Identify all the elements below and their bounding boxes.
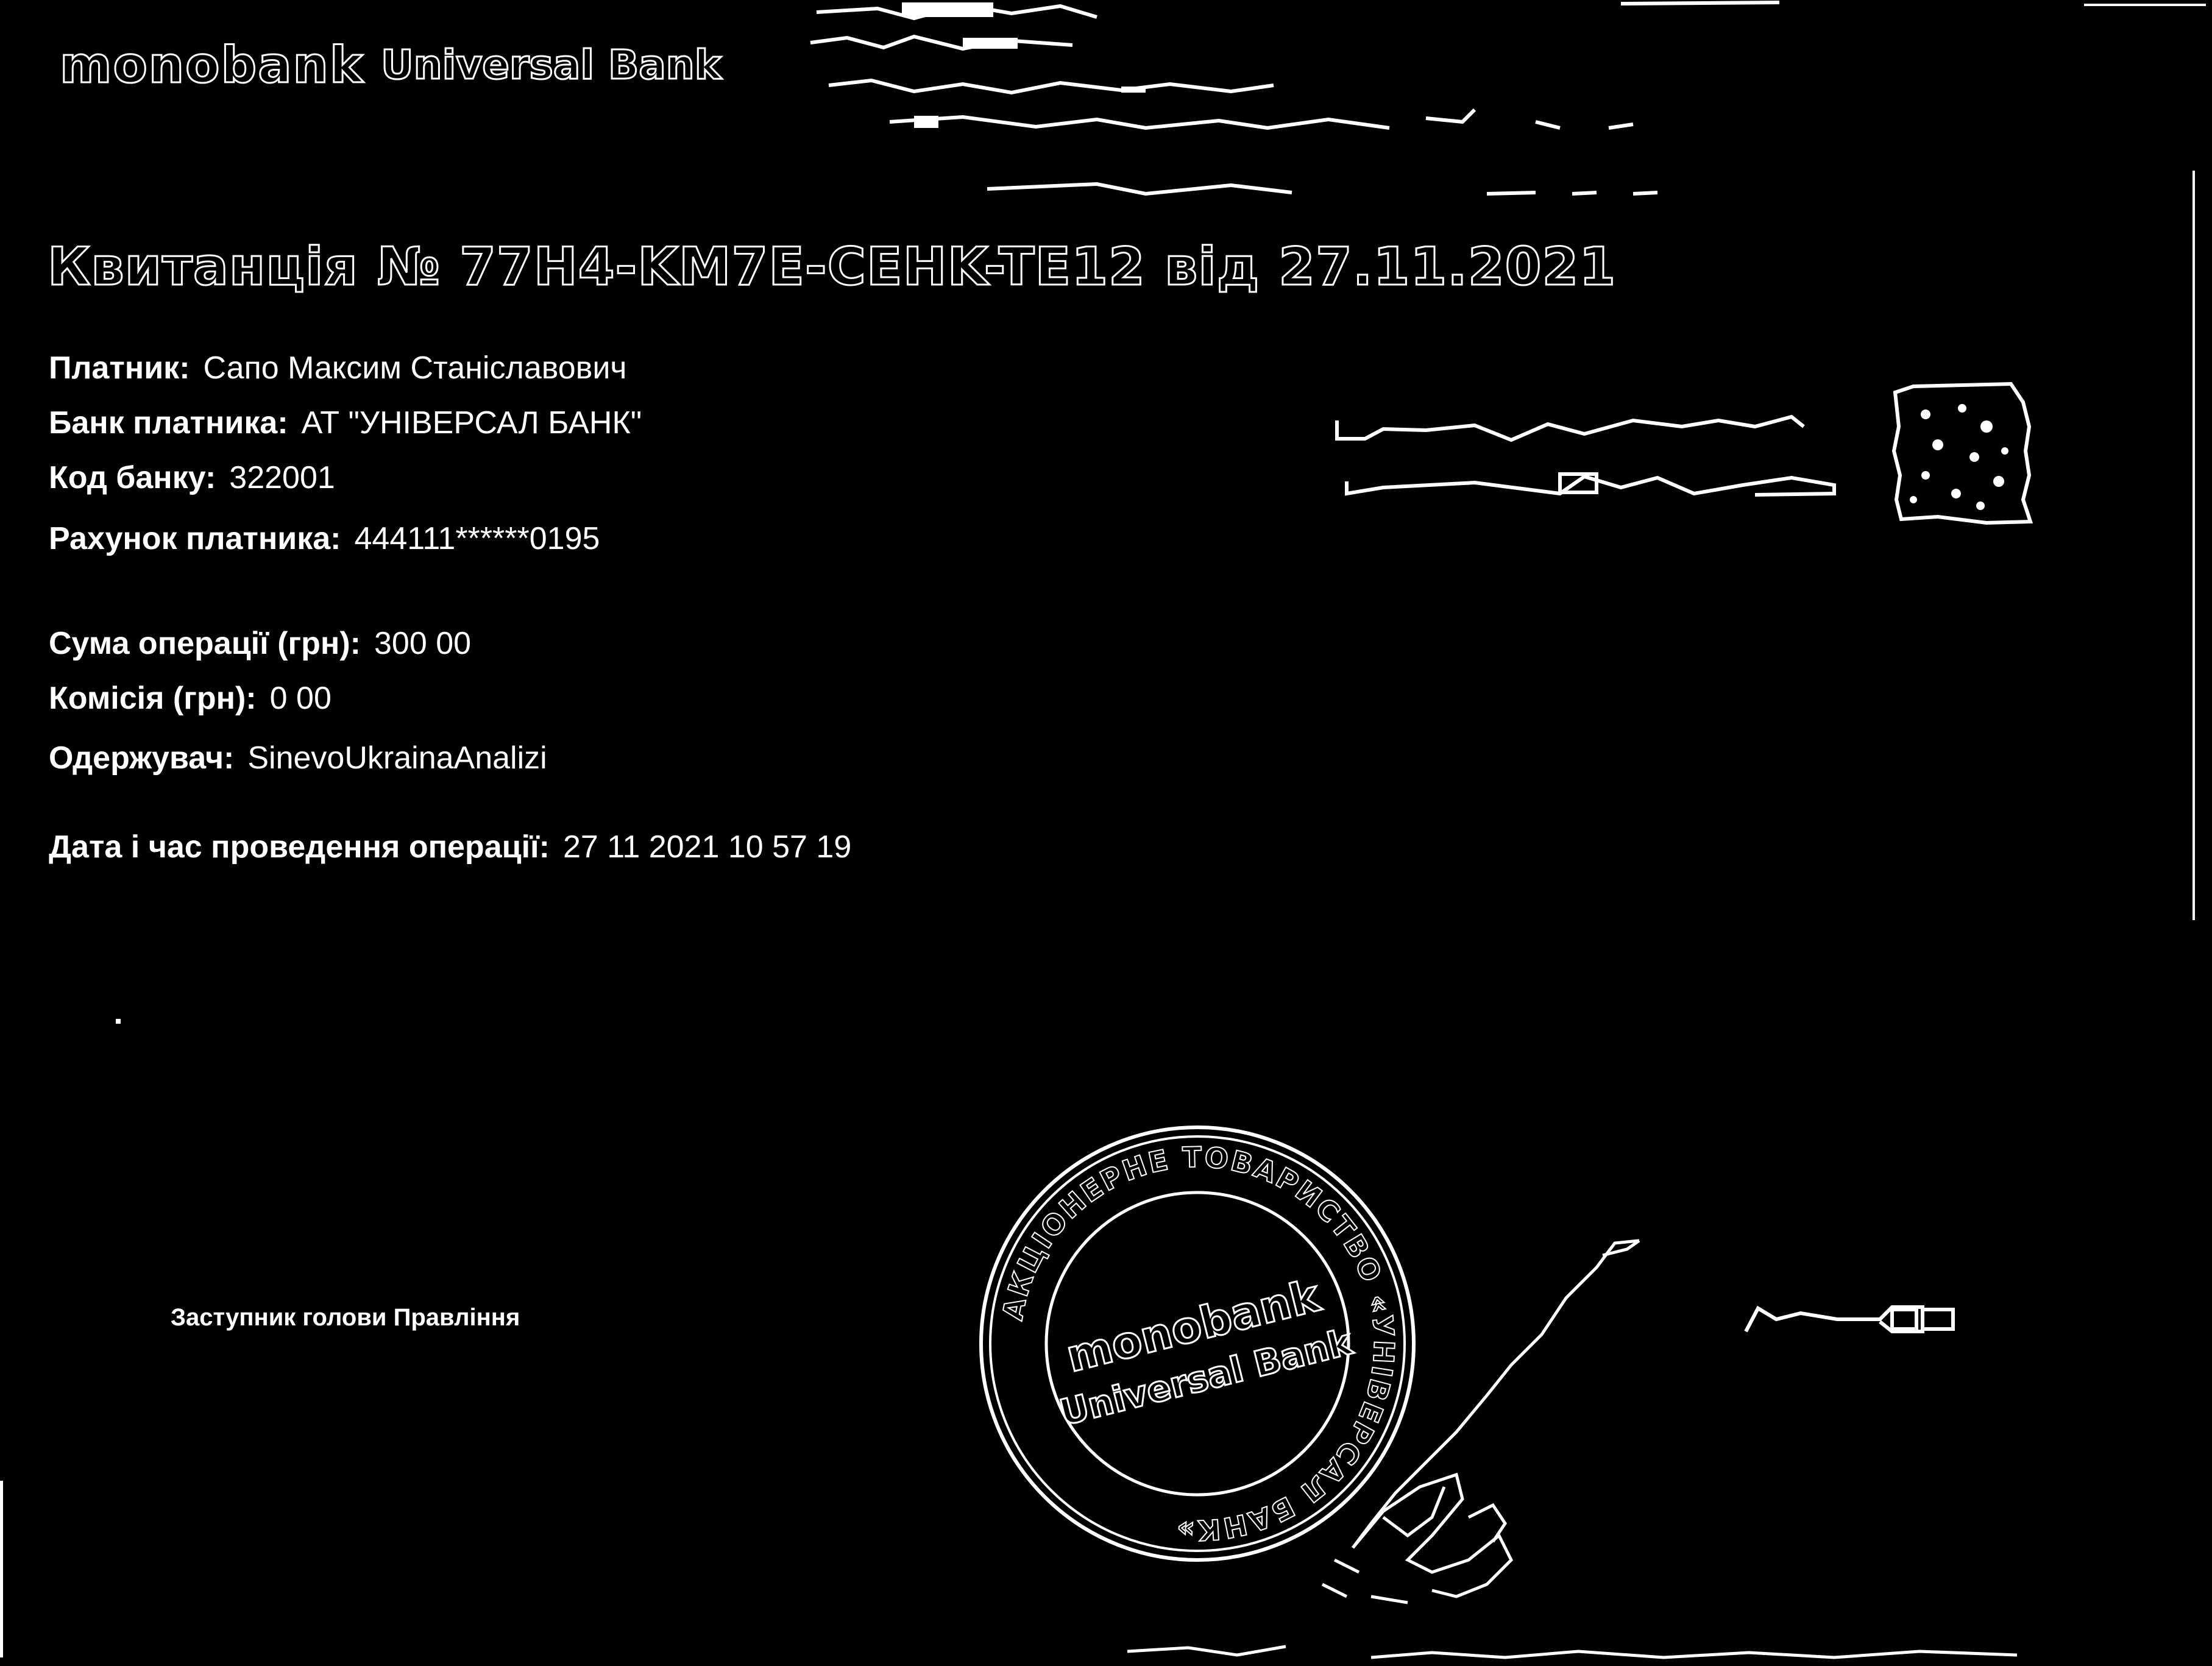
payer-account-label: Рахунок платника: bbox=[49, 521, 341, 556]
datetime-label: Дата і час проведення операції: bbox=[49, 829, 550, 865]
bank-code-value: 322001 bbox=[229, 460, 335, 495]
signatory-title: Заступник голови Правління bbox=[171, 1304, 520, 1331]
edge-line-right bbox=[2193, 171, 2195, 920]
edge-line-left bbox=[0, 1481, 3, 1657]
payer-label: Платник: bbox=[49, 350, 190, 386]
commission-row: Комісія (грн): 0 00 bbox=[49, 682, 331, 714]
commission-label: Комісія (грн): bbox=[49, 681, 257, 716]
bank-code-label: Код банку: bbox=[49, 460, 216, 495]
handwritten-signature bbox=[1321, 1239, 1640, 1604]
datetime-value: 27 11 2021 10 57 19 bbox=[562, 829, 852, 865]
receipt-page: monobank Universal Bank Квитанція № 77H4… bbox=[0, 0, 2212, 1666]
amount-value: 300 00 bbox=[374, 626, 472, 661]
payer-bank-value: АТ "УНІВЕРСАЛ БАНК" bbox=[301, 405, 642, 441]
brand-logo-monobank: monobank bbox=[58, 36, 364, 96]
payer-value: Сапо Максим Станіславович bbox=[203, 350, 627, 386]
recipient-label: Одержувач: bbox=[49, 740, 235, 776]
payer-row: Платник: Сапо Максим Станіславович bbox=[49, 352, 626, 384]
datetime-row: Дата і час проведення операції: 27 11 202… bbox=[49, 831, 851, 863]
header-scribbles bbox=[810, 1, 1779, 196]
verification-scribbles bbox=[1335, 414, 1836, 497]
scan-speck bbox=[116, 1019, 121, 1024]
payer-bank-row: Банк платника: АТ "УНІВЕРСАЛ БАНК" bbox=[49, 407, 642, 439]
signature-mark bbox=[1744, 1305, 1955, 1333]
recipient-value: SinevoUkrainaAnalizi bbox=[247, 740, 547, 776]
qr-code-icon bbox=[1891, 381, 2033, 525]
recipient-row: Одержувач: SinevoUkrainaAnalizi bbox=[49, 742, 547, 774]
bottom-scribbles bbox=[1127, 1645, 2018, 1659]
payer-account-row: Рахунок платника: 444111******0195 bbox=[49, 523, 600, 555]
receipt-title: Квитанція № 77H4-KM7E-CEHK-TE12 від 27.1… bbox=[46, 236, 1617, 299]
commission-value: 0 00 bbox=[269, 681, 331, 716]
edge-line-top bbox=[2084, 4, 2206, 6]
amount-label: Сума операції (грн): bbox=[49, 626, 361, 661]
bank-code-row: Код банку: 322001 bbox=[49, 462, 335, 494]
payer-account-value: 444111******0195 bbox=[354, 521, 600, 556]
amount-row: Сума операції (грн): 300 00 bbox=[49, 628, 471, 659]
payer-bank-label: Банк платника: bbox=[49, 405, 288, 441]
brand-logo-universal-bank: Universal Bank bbox=[380, 41, 723, 90]
